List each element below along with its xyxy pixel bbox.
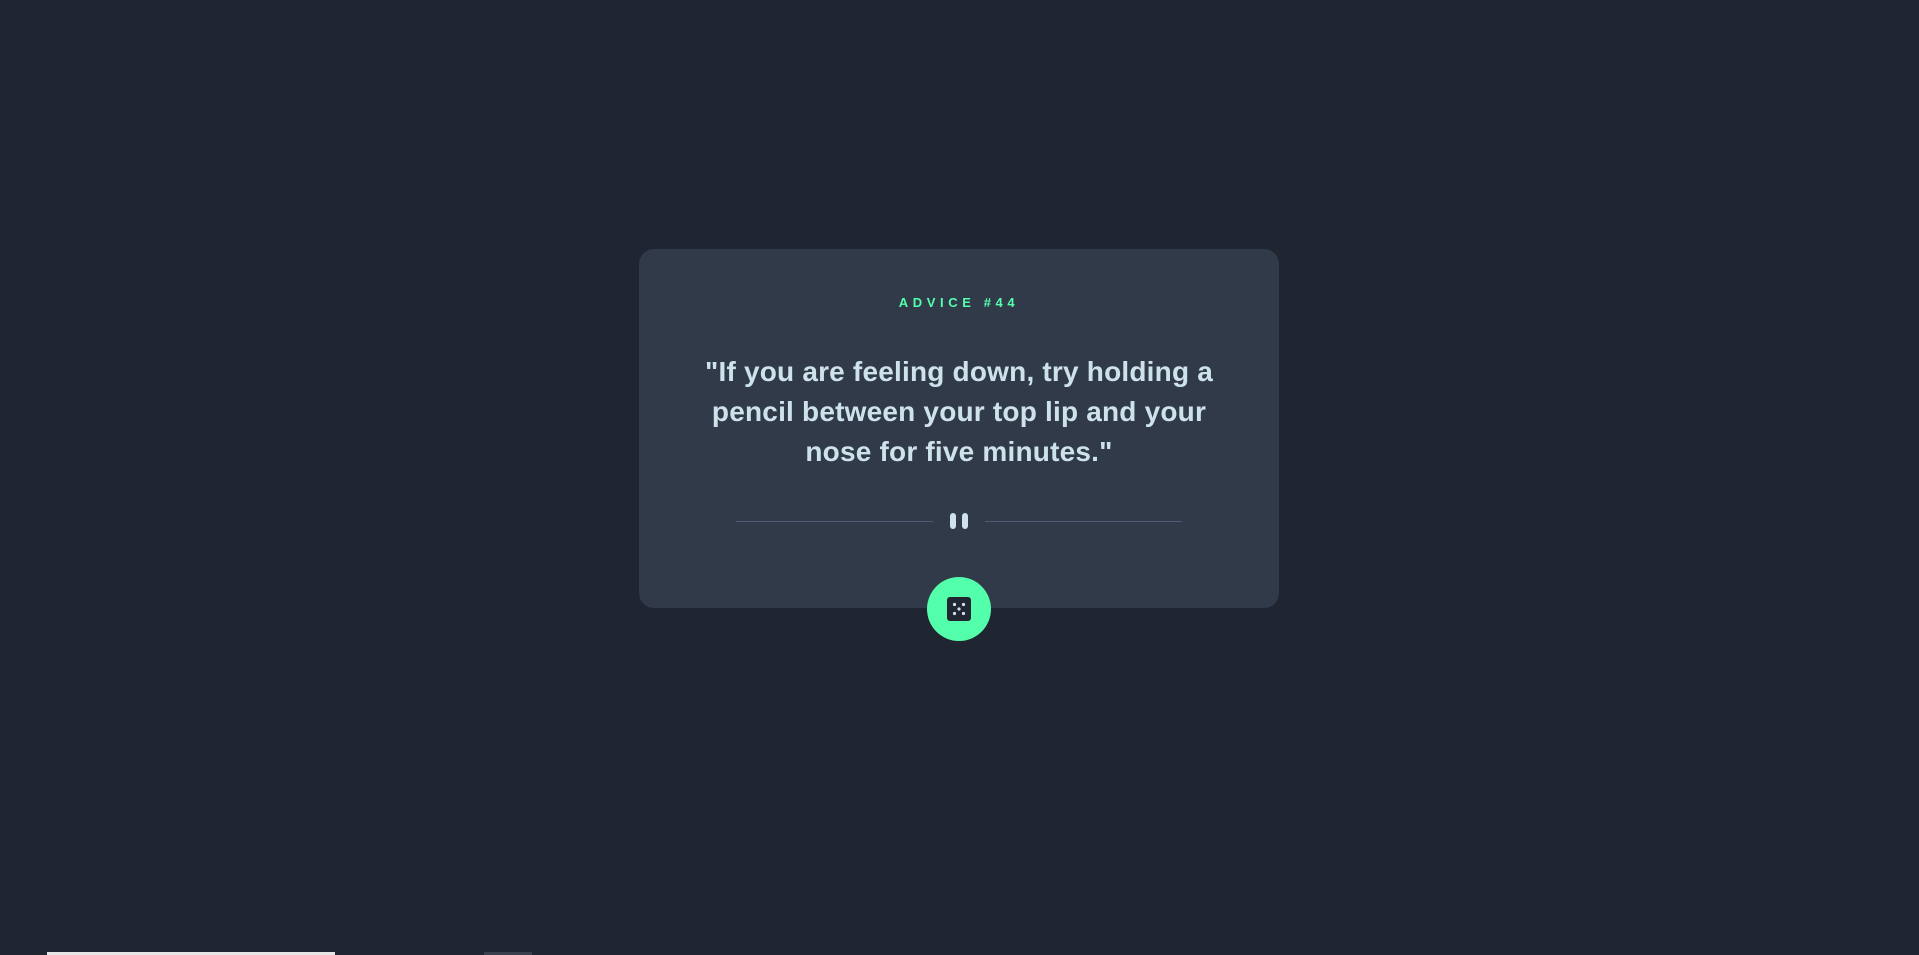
advice-card: Advice #44 "If you are feeling down, try… (639, 249, 1279, 608)
advice-quote: "If you are feeling down, try holding a … (705, 356, 1213, 467)
pause-icon (948, 513, 970, 529)
divider-line-right (985, 521, 1182, 522)
divider-line-left (736, 521, 933, 522)
advice-id-label: Advice #44 (898, 295, 1020, 310)
page: Advice #44 "If you are feeling down, try… (0, 0, 1919, 955)
dice-icon (947, 597, 971, 621)
new-advice-button[interactable] (927, 577, 991, 641)
pattern-divider (736, 513, 1182, 529)
